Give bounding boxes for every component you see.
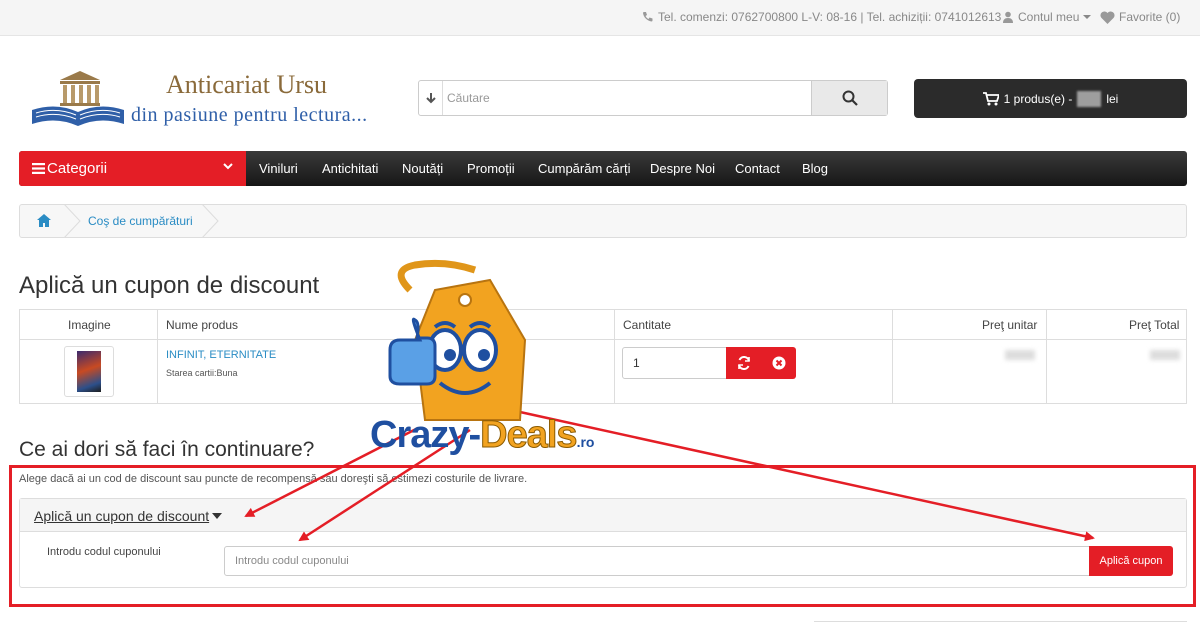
search-dropdown-button[interactable] (419, 81, 443, 115)
product-thumbnail[interactable] (64, 346, 114, 397)
site-logo[interactable]: Anticariat Ursu din pasiune pentru lectu… (30, 66, 390, 130)
breadcrumb: Coş de cumpărături (19, 204, 1187, 238)
total-price-redacted (1150, 350, 1180, 360)
watermark-part3: .ro (576, 434, 595, 450)
header-quantity: Cantitate (623, 318, 672, 332)
next-steps-title: Ce ai dori să faci în continuare? (19, 438, 315, 461)
close-circle-icon (772, 356, 785, 370)
header-image: Imagine (68, 318, 111, 332)
quantity-input[interactable] (622, 347, 727, 379)
nav-item-despre-noi[interactable]: Despre Noi (650, 161, 715, 176)
nav-item-blog[interactable]: Blog (802, 161, 828, 176)
nav-item-viniluri[interactable]: Viniluri (259, 161, 298, 176)
breadcrumb-separator (63, 204, 81, 238)
phone-icon (643, 12, 653, 22)
account-menu[interactable]: Contul meu (1002, 10, 1092, 24)
column-divider (892, 310, 893, 403)
cart-button[interactable]: 1 produs(e) - lei (914, 79, 1187, 118)
menu-icon (32, 163, 45, 174)
search-bar (418, 80, 888, 116)
product-state: Starea cartii:Buna (166, 368, 238, 378)
categories-button[interactable]: Categorii (19, 151, 246, 186)
column-divider (614, 310, 615, 403)
breadcrumb-separator (201, 204, 219, 238)
divider (814, 621, 1187, 622)
cart-icon (982, 91, 999, 105)
watermark-part1: Crazy- (370, 414, 481, 456)
breadcrumb-cart-link[interactable]: Coş de cumpărături (88, 214, 193, 228)
heart-icon (1100, 10, 1115, 24)
chevron-down-icon (223, 163, 233, 170)
price-tag-mascot-icon (388, 259, 527, 421)
cart-total-redacted (1077, 90, 1102, 107)
product-name-link[interactable]: INFINIT, ETERNITATE (166, 349, 276, 361)
home-icon[interactable] (37, 214, 51, 227)
logo-book-icon (32, 71, 124, 126)
main-navigation: Categorii Viniluri Antichitati Noutăți P… (19, 151, 1187, 186)
phone-info: Tel. comenzi: 0762700800 L-V: 08-16 | Te… (642, 10, 1001, 24)
page: Tel. comenzi: 0762700800 L-V: 08-16 | Te… (0, 0, 1200, 624)
caret-down-icon (1083, 15, 1092, 19)
nav-item-noutati[interactable]: Noutăți (402, 161, 443, 176)
logo-tagline: din pasiune pentru lectura... (131, 104, 368, 126)
header-unit-price: Preţ unitar (982, 318, 1038, 332)
top-bar: Tel. comenzi: 0762700800 L-V: 08-16 | Te… (0, 0, 1200, 36)
column-divider (1046, 310, 1047, 403)
nav-item-cumparam-carti[interactable]: Cumpărăm cărți (538, 161, 630, 176)
crazy-deals-watermark: Crazy-Deals.ro (370, 414, 594, 457)
cart-label: 1 produs(e) - (1003, 91, 1073, 106)
arrow-down-icon (425, 93, 436, 104)
update-quantity-button[interactable] (726, 347, 761, 379)
logo-title: Anticariat Ursu (166, 70, 328, 99)
header-total-price: Preţ Total (1129, 318, 1180, 332)
phone-text: Tel. comenzi: 0762700800 L-V: 08-16 | Te… (658, 10, 1002, 24)
cart-currency: lei (1106, 91, 1119, 106)
page-title: Aplică un cupon de discount (19, 272, 320, 299)
remove-item-button[interactable] (761, 347, 796, 379)
nav-item-contact[interactable]: Contact (735, 161, 780, 176)
categories-label: Categorii (47, 160, 108, 177)
watermark-part2: Deals (480, 414, 578, 457)
refresh-icon (737, 356, 750, 370)
unit-price-redacted (1005, 350, 1035, 360)
user-icon (1003, 11, 1013, 23)
search-input[interactable] (447, 81, 807, 115)
favorites-label[interactable]: Favorite (0) (1119, 10, 1180, 24)
account-label[interactable]: Contul meu (1018, 10, 1079, 24)
column-divider (157, 310, 158, 403)
nav-item-antichitati[interactable]: Antichitati (322, 161, 378, 176)
cart-table: Imagine Nume produs Cantitate Preţ unita… (19, 309, 1187, 404)
header-product-name: Nume produs (166, 318, 239, 332)
search-icon (842, 90, 858, 106)
favorites-link[interactable]: Favorite (0) (1100, 10, 1180, 24)
highlight-box (9, 465, 1196, 607)
search-button[interactable] (811, 81, 887, 115)
nav-item-promotii[interactable]: Promoții (467, 161, 515, 176)
